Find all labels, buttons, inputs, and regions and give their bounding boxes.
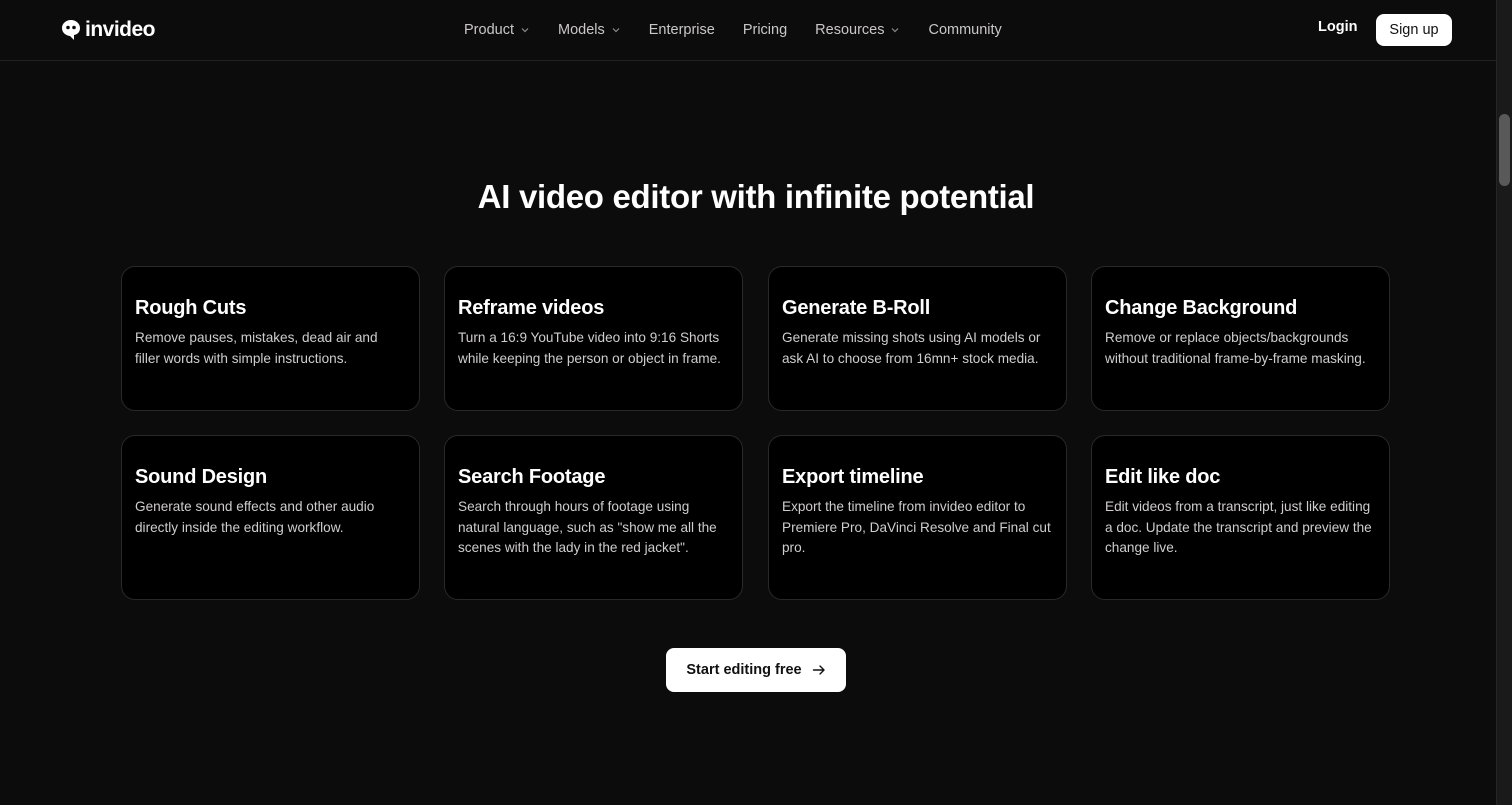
nav-item-label: Product xyxy=(464,22,514,38)
nav-item-label: Resources xyxy=(815,22,885,38)
brand-logo[interactable]: invideo xyxy=(61,17,156,43)
nav-item-product[interactable]: Product xyxy=(464,22,530,38)
feature-card-change-background[interactable]: Change Background Remove or replace obje… xyxy=(1091,266,1390,411)
card-description: Edit videos from a transcript, just like… xyxy=(1105,499,1372,555)
nav-item-resources[interactable]: Resources xyxy=(815,22,900,38)
nav-item-community[interactable]: Community xyxy=(928,22,1001,38)
card-title: Export timeline xyxy=(782,466,924,488)
chevron-down-icon xyxy=(892,28,899,33)
main-nav: Product Models Enterprise Pricing Resour… xyxy=(464,19,1030,41)
card-description: Remove or replace objects/backgrounds wi… xyxy=(1105,330,1366,366)
card-title: Generate B-Roll xyxy=(782,297,931,319)
card-title: Change Background xyxy=(1105,297,1298,319)
start-editing-button[interactable]: Start editing free xyxy=(666,648,846,692)
card-title: Sound Design xyxy=(135,466,268,488)
nav-item-label: Enterprise xyxy=(648,22,715,38)
feature-card-sound-design[interactable]: Sound Design Generate sound effects and … xyxy=(121,435,420,600)
feature-card-rough-cuts[interactable]: Rough Cuts Remove pauses, mistakes, dead… xyxy=(121,266,420,411)
card-title: Edit like doc xyxy=(1105,466,1221,488)
signup-button[interactable]: Sign up xyxy=(1376,14,1452,46)
nav-item-models[interactable]: Models xyxy=(558,22,621,38)
nav-item-pricing[interactable]: Pricing xyxy=(743,22,787,38)
arrow-right-icon xyxy=(812,665,825,675)
card-description: Export the timeline from invideo editor … xyxy=(782,499,1051,555)
cta-label: Start editing free xyxy=(686,662,802,678)
card-description: Search through hours of footage using na… xyxy=(458,499,717,555)
chevron-down-icon xyxy=(521,28,529,33)
invideo-logo-icon xyxy=(62,20,80,40)
nav-item-label: Community xyxy=(928,22,1002,38)
card-description: Generate missing shots using AI models o… xyxy=(782,330,1041,366)
card-title: Search Footage xyxy=(458,466,606,488)
nav-item-enterprise[interactable]: Enterprise xyxy=(649,22,715,38)
card-title: Rough Cuts xyxy=(135,297,247,319)
top-navbar: invideo Product Models Enterprise Pricin… xyxy=(0,0,1496,61)
card-description: Remove pauses, mistakes, dead air and fi… xyxy=(135,330,378,366)
chevron-down-icon xyxy=(612,28,620,33)
feature-card-generate-b-roll[interactable]: Generate B-Roll Generate missing shots u… xyxy=(768,266,1067,411)
card-description: Turn a 16:9 YouTube video into 9:16 Shor… xyxy=(458,330,721,366)
card-description: Generate sound effects and other audio d… xyxy=(135,499,375,535)
section-title: AI video editor with infinite potential xyxy=(477,178,1035,215)
card-title: Reframe videos xyxy=(458,297,605,319)
feature-card-export-timeline[interactable]: Export timeline Export the timeline from… xyxy=(768,435,1067,600)
nav-item-label: Models xyxy=(557,22,605,38)
brand-name: invideo xyxy=(85,18,156,41)
nav-item-label: Pricing xyxy=(742,22,788,38)
feature-card-edit-like-doc[interactable]: Edit like doc Edit videos from a transcr… xyxy=(1091,435,1390,600)
feature-card-search-footage[interactable]: Search Footage Search through hours of f… xyxy=(444,435,743,600)
scrollbar-thumb[interactable] xyxy=(1499,114,1510,186)
feature-card-reframe-videos[interactable]: Reframe videos Turn a 16:9 YouTube video… xyxy=(444,266,743,411)
login-link[interactable]: Login xyxy=(1318,19,1357,35)
